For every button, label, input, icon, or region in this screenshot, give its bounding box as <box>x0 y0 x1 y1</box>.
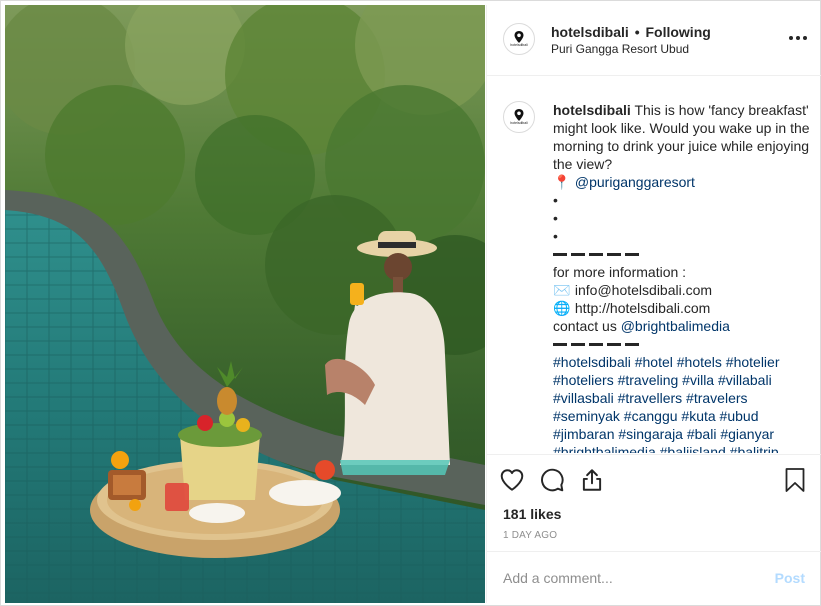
caption-line: morning to drink your juice while enjoyi… <box>553 138 810 154</box>
header-separator: • <box>634 24 640 40</box>
add-comment-bar: Post <box>487 551 821 603</box>
caption-bullet: • <box>553 228 558 244</box>
caption-text: This is how 'fancy breakfast' <box>634 102 809 118</box>
caption-line: the view? <box>553 156 613 172</box>
contact-label: contact us <box>553 318 617 334</box>
header-location[interactable]: Puri Gangga Resort Ubud <box>551 42 689 56</box>
location-pin-logo-icon <box>514 109 524 121</box>
post-side-pane: hotelsdibali hotelsdibali • Following Pu… <box>486 5 821 603</box>
hashtag-line[interactable]: #villasbali #travellers #travelers <box>553 389 811 407</box>
globe-emoji-icon: 🌐 <box>553 300 571 316</box>
comment-input[interactable] <box>503 568 753 588</box>
info-label: for more information : <box>553 264 687 280</box>
instagram-post-modal: hotelsdibali hotelsdibali • Following Pu… <box>0 0 821 606</box>
header-user-line: hotelsdibali • Following <box>551 24 711 40</box>
dash-divider <box>553 245 811 263</box>
caption-line: hotelsdibali This is how 'fancy breakfas… <box>553 101 811 119</box>
more-dot <box>796 36 800 40</box>
more-dot <box>789 36 793 40</box>
hashtag-line[interactable]: #brightbalimedia #baliisland #balitrip <box>553 443 811 453</box>
share-upload-icon[interactable] <box>579 467 605 493</box>
photo-illustration <box>5 5 485 603</box>
resort-mention-link[interactable]: @puriganggaresort <box>575 174 695 190</box>
hashtag-line[interactable]: #seminyak #canggu #kuta #ubud <box>553 407 811 425</box>
hashtag-line[interactable]: #hotelsdibali #hotel #hotels #hotelier <box>553 353 811 371</box>
envelope-emoji-icon: ✉️ <box>553 282 571 298</box>
caption-line: contact us @brightbalimedia <box>553 317 811 335</box>
header-username[interactable]: hotelsdibali <box>551 24 629 40</box>
post-timestamp[interactable]: 1 DAY AGO <box>503 530 557 541</box>
location-pin-logo-icon <box>514 31 524 43</box>
caption-line: 📍 @puriganggaresort <box>553 173 811 191</box>
hashtag-line[interactable]: #jimbaran #singaraja #bali #gianyar <box>553 425 811 443</box>
post-comment-button[interactable]: Post <box>775 570 805 586</box>
action-icons <box>499 467 605 495</box>
more-options-icon[interactable] <box>789 36 807 40</box>
caption-bullet: • <box>553 192 558 208</box>
location-pin-emoji-icon: 📍 <box>553 174 571 190</box>
post-header: hotelsdibali hotelsdibali • Following Pu… <box>487 5 821 76</box>
avatar-logo-text: hotelsdibali <box>510 43 528 47</box>
likes-count[interactable]: 181 likes <box>503 506 561 522</box>
caption-line: might look like. Would you wake up in th… <box>553 120 810 136</box>
post-caption: hotelsdibali This is how 'fancy breakfas… <box>553 101 811 453</box>
following-button[interactable]: Following <box>645 24 710 40</box>
comments-scroll-area[interactable]: hotelsdibali hotelsdibali This is how 'f… <box>487 77 821 453</box>
post-photo[interactable] <box>5 5 485 603</box>
contact-mention-link[interactable]: @brightbalimedia <box>621 318 730 334</box>
avatar-logo-text: hotelsdibali <box>510 121 528 125</box>
caption-username[interactable]: hotelsdibali <box>553 102 631 118</box>
comment-bubble-icon[interactable] <box>539 467 565 493</box>
email-text: info@hotelsdibali.com <box>574 282 713 298</box>
caption-bullet: • <box>553 210 558 226</box>
heart-icon[interactable] <box>499 467 525 493</box>
author-avatar[interactable]: hotelsdibali <box>503 23 535 55</box>
caption-avatar[interactable]: hotelsdibali <box>503 101 535 133</box>
bookmark-icon[interactable] <box>783 467 807 493</box>
caption-line: 🌐 http://hotelsdibali.com <box>553 299 811 317</box>
more-dot <box>803 36 807 40</box>
caption-line: ✉️ info@hotelsdibali.com <box>553 281 811 299</box>
hashtag-line[interactable]: #hoteliers #traveling #villa #villabali <box>553 371 811 389</box>
dash-divider <box>553 335 811 353</box>
website-text: http://hotelsdibali.com <box>574 300 711 316</box>
